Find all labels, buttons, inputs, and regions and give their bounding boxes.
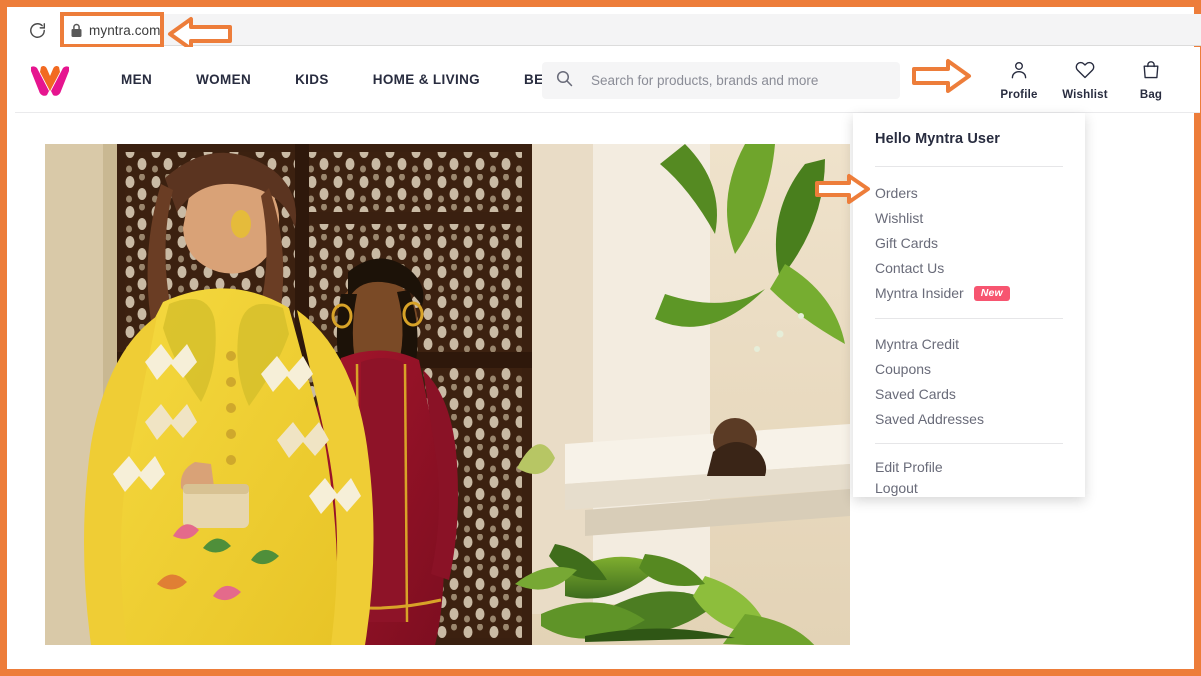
dropdown-group-account: Myntra Credit Coupons Saved Cards Saved … [875,319,1063,443]
dropdown-item-saved-addresses[interactable]: Saved Addresses [875,407,1063,432]
myntra-logo[interactable] [25,60,75,100]
profile-dropdown-menu: Hello Myntra User Orders Wishlist Gift C… [853,113,1085,497]
bag-label: Bag [1139,89,1163,101]
dropdown-group-footer: Edit Profile Logout [875,444,1063,511]
profile-annotation-arrow [910,57,972,95]
dropdown-item-label: Wishlist [875,210,924,226]
dropdown-item-label: Edit Profile [875,459,943,475]
profile-icon [1008,59,1030,86]
dropdown-item-coupons[interactable]: Coupons [875,357,1063,382]
dropdown-item-label: Coupons [875,361,932,377]
dropdown-item-label: Contact Us [875,260,945,276]
search-box[interactable] [542,62,900,99]
reload-icon [28,21,47,40]
dropdown-item-wishlist[interactable]: Wishlist [875,206,1063,231]
nav-item-home-and-living[interactable]: HOME & LIVING [351,47,502,112]
dropdown-item-contact-us[interactable]: Contact Us [875,256,1063,281]
heart-icon [1074,59,1096,86]
reload-button[interactable] [14,14,60,46]
dropdown-item-label: Myntra Insider [875,285,964,301]
dropdown-item-myntra-credit[interactable]: Myntra Credit [875,332,1063,357]
wishlist-button[interactable]: Wishlist [1052,55,1118,101]
hero-banner-image[interactable] [45,144,850,645]
dropdown-item-edit-profile[interactable]: Edit Profile [875,457,1063,478]
dropdown-item-label: Myntra Credit [875,336,960,352]
dropdown-item-orders[interactable]: Orders [875,181,1063,206]
lock-icon [70,23,83,38]
dropdown-greeting: Hello Myntra User [875,131,1000,147]
dropdown-item-label: Saved Addresses [875,411,984,427]
search-input[interactable] [591,73,891,88]
nav-item-kids[interactable]: KIDS [273,47,351,112]
dropdown-item-saved-cards[interactable]: Saved Cards [875,382,1063,407]
new-badge: New [973,285,1010,302]
orders-annotation-arrow [813,173,871,205]
nav-item-men[interactable]: MEN [99,47,174,112]
header-actions: Profile Wishlist Bag [986,55,1184,107]
address-bar-url: myntra.com [89,22,161,38]
hero-banner-illustration [45,144,850,645]
dropdown-item-label: Orders [875,185,918,201]
profile-button[interactable]: Profile [986,55,1052,101]
dropdown-item-myntra-insider[interactable]: Myntra Insider New [875,281,1063,306]
address-bar[interactable]: myntra.com [60,12,164,48]
main-navigation: MEN WOMEN KIDS HOME & LIVING BEAUTY [99,47,604,112]
dropdown-item-label: Logout [875,480,918,496]
dropdown-item-label: Saved Cards [875,386,956,402]
wishlist-label: Wishlist [1062,89,1108,101]
dropdown-item-logout[interactable]: Logout [875,478,1063,499]
dropdown-item-gift-cards[interactable]: Gift Cards [875,231,1063,256]
annotation-frame: myntra.com MEN WOMEN KIDS HOME & LIVING … [0,0,1201,676]
profile-label: Profile [1000,89,1038,101]
nav-item-women[interactable]: WOMEN [174,47,273,112]
dropdown-item-label: Gift Cards [875,235,939,251]
dropdown-group-primary: Orders Wishlist Gift Cards Contact Us My… [875,167,1063,318]
bag-icon [1140,59,1162,86]
site-header: MEN WOMEN KIDS HOME & LIVING BEAUTY [15,47,1200,113]
bag-button[interactable]: Bag [1118,55,1184,101]
search-icon [556,70,573,92]
